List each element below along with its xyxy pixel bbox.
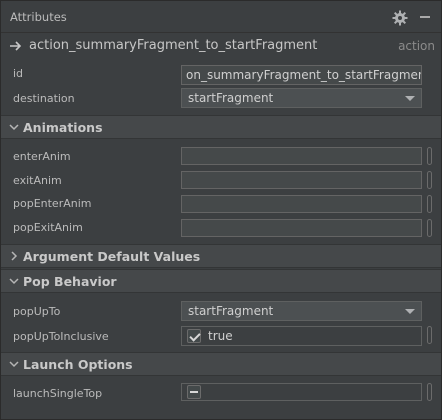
section-title: Argument Default Values [23,249,201,264]
launchsingletop-label: launchSingleTop [13,387,103,400]
popuptoinclusive-value: true [208,329,233,343]
chevron-down-icon[interactable] [399,302,421,320]
destination-dropdown[interactable]: startFragment [181,88,422,108]
section-argument-default-values[interactable]: Argument Default Values [1,244,441,268]
section-animations[interactable]: Animations [1,115,441,139]
action-header: action_summaryFragment_to_startFragment … [1,34,441,60]
popexitanim-picker[interactable] [427,219,432,237]
id-field[interactable]: on_summaryFragment_to_startFragment [181,65,422,85]
destination-value: startFragment [188,91,274,105]
chevron-right-icon [11,251,18,261]
popupto-dropdown[interactable]: startFragment [181,301,422,321]
id-label: id [13,67,24,80]
popuptoinclusive-label: popUpToInclusive [13,330,109,343]
arrow-right-icon [10,41,22,51]
launchsingletop-field [181,383,422,401]
section-title: Pop Behavior [23,274,117,289]
attributes-panel: Attributes action_summaryFragment_to_sta… [0,0,442,420]
enteranim-label: enterAnim [13,150,71,163]
launchsingletop-picker[interactable] [427,383,432,401]
popuptoinclusive-picker[interactable] [427,326,432,344]
popuptoinclusive-field: true [181,326,422,346]
section-pop-behavior[interactable]: Pop Behavior [1,269,441,293]
chevron-down-icon [9,124,19,131]
action-name: action_summaryFragment_to_startFragment [29,38,318,53]
popenteranim-picker[interactable] [427,195,432,213]
section-title: Animations [23,120,103,135]
exitanim-label: exitAnim [13,174,62,187]
chevron-down-icon [9,361,19,368]
gear-icon[interactable] [392,10,408,26]
launchsingletop-checkbox[interactable] [187,385,201,399]
exitanim-field[interactable] [181,171,422,189]
popupto-label: popUpTo [13,305,61,318]
minimize-icon[interactable] [420,16,430,18]
popexitanim-label: popExitAnim [13,221,83,234]
chevron-down-icon [9,278,19,285]
popenteranim-field[interactable] [181,195,422,213]
destination-label: destination [13,92,75,105]
section-launch-options[interactable]: Launch Options [1,352,441,376]
chevron-down-icon[interactable] [399,89,421,107]
enteranim-picker[interactable] [427,147,432,165]
popenteranim-label: popEnterAnim [13,197,92,210]
action-type: action [398,39,435,53]
popexitanim-field[interactable] [181,219,422,237]
section-title: Launch Options [23,357,133,372]
popupto-value: startFragment [188,304,274,318]
exitanim-picker[interactable] [427,171,432,189]
enteranim-field[interactable] [181,147,422,165]
popuptoinclusive-checkbox[interactable] [187,329,201,343]
panel-title: Attributes [10,10,67,24]
panel-titlebar: Attributes [1,1,441,33]
